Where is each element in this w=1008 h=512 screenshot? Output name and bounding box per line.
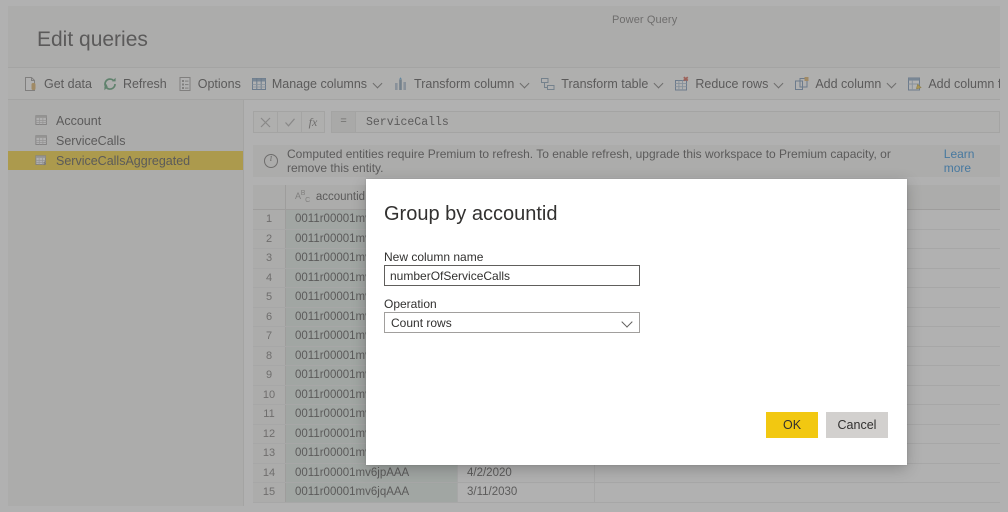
operation-selected-value: Count rows	[391, 316, 622, 330]
page-frame: Power Query Edit queries Get dataRefresh…	[0, 0, 1008, 512]
operation-label: Operation	[384, 297, 437, 311]
cancel-button[interactable]: Cancel	[826, 412, 888, 438]
dialog-title: Group by accountid	[384, 203, 557, 226]
new-column-name-label: New column name	[384, 250, 483, 264]
operation-select[interactable]: Count rows	[384, 312, 640, 333]
ok-button[interactable]: OK	[766, 412, 818, 438]
group-by-dialog: Group by accountid New column name Opera…	[366, 179, 907, 465]
chevron-down-icon	[622, 317, 633, 328]
new-column-name-input[interactable]	[384, 265, 640, 286]
